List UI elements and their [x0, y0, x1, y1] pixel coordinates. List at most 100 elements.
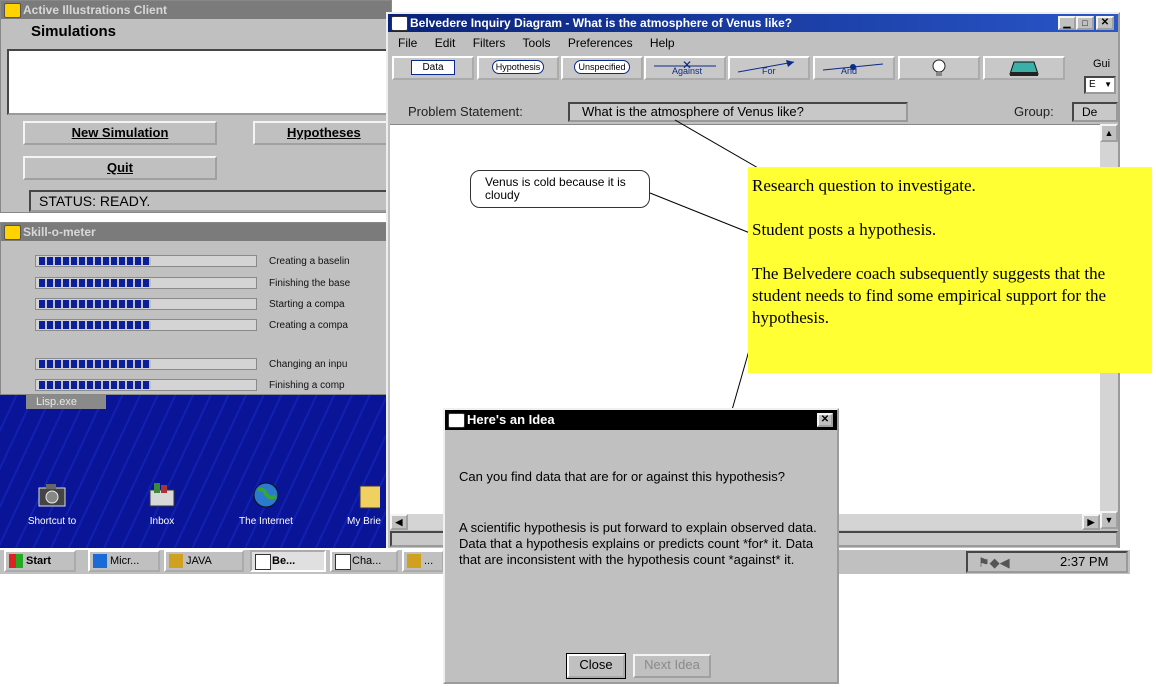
belvedere-titlebar[interactable]: Belvedere Inquiry Diagram - What is the … — [388, 14, 1118, 32]
idea-dialog-titlebar[interactable]: Here's an Idea ✕ — [445, 410, 837, 430]
clock: 2:37 PM — [1060, 554, 1109, 569]
guide-label: Gui — [1093, 58, 1111, 70]
window-title: Skill-o-meter — [23, 225, 96, 239]
desktop-icon-label: My Brie — [347, 516, 381, 527]
lightbulb-icon — [932, 59, 946, 76]
window-title: Belvedere Inquiry Diagram - What is the … — [410, 16, 793, 30]
skill-progress-bar — [39, 279, 151, 287]
menu-filters[interactable]: Filters — [473, 36, 506, 50]
skill-progress-bar — [39, 321, 151, 329]
annotation-research: Research question to investigate. — [752, 176, 976, 195]
against-label: Against — [672, 66, 703, 76]
for-link-button[interactable]: For — [728, 56, 810, 80]
for-label: For — [762, 66, 776, 76]
desktop-icon-shortcut[interactable]: Shortcut to — [22, 480, 82, 527]
idea-body: A scientific hypothesis is put forward t… — [459, 520, 817, 567]
chevron-down-icon: ▼ — [1104, 80, 1112, 89]
guide-select-value: E — [1089, 79, 1096, 90]
taskbar-item-chat[interactable]: Cha... — [330, 550, 398, 572]
app-icon — [407, 554, 421, 568]
menu-help[interactable]: Help — [650, 36, 675, 50]
and-label: And — [841, 66, 858, 76]
folder-icon — [348, 480, 385, 510]
close-button[interactable]: Close — [566, 653, 626, 679]
menu-edit[interactable]: Edit — [435, 36, 456, 50]
windows-logo-icon — [9, 554, 23, 568]
hypothesis-tool-button[interactable]: Hypothesis — [477, 56, 559, 80]
inbox-icon — [146, 480, 178, 510]
against-link-button[interactable]: ✕ Against — [644, 56, 726, 80]
skill-label: Creating a baselin — [269, 256, 350, 267]
menu-file[interactable]: File — [398, 36, 417, 50]
new-simulation-button[interactable]: New Simulation — [23, 121, 217, 145]
toolbox-button[interactable] — [983, 56, 1065, 80]
close-button[interactable]: ✕ — [1096, 16, 1114, 30]
desktop-icon-label: Shortcut to — [27, 516, 77, 527]
app-icon — [169, 554, 183, 568]
idea-lightbulb-button[interactable] — [898, 56, 980, 80]
taskbar-item-belvedere[interactable]: Be... — [250, 550, 326, 572]
maximize-button[interactable]: □ — [1076, 16, 1094, 30]
scroll-down-button[interactable]: ▼ — [1100, 511, 1118, 529]
toolbox-icon — [1009, 61, 1039, 76]
desktop-icon-label: The Internet — [239, 516, 293, 527]
desktop-icon-internet[interactable]: The Internet — [236, 480, 296, 527]
and-link-button[interactable]: And — [813, 56, 895, 80]
hypothesis-shape: Hypothesis — [491, 60, 545, 74]
problem-statement-label: Problem Statement: — [408, 104, 523, 119]
problem-statement-field[interactable]: What is the atmosphere of Venus like? — [568, 102, 908, 122]
idea-question: Can you find data that are for or agains… — [459, 469, 785, 484]
scroll-left-button[interactable]: ◀ — [390, 514, 408, 530]
menu-preferences[interactable]: Preferences — [568, 36, 633, 50]
skill-o-meter-titlebar[interactable]: Skill-o-meter — [1, 223, 391, 241]
hypothesis-node-text: Venus is cold because it is cloudy — [485, 175, 626, 202]
skill-progress-bar — [39, 381, 151, 389]
skill-label: Creating a compa — [269, 320, 348, 331]
annotation-coach: The Belvedere coach subsequently suggest… — [752, 264, 1107, 327]
annotation-hypothesis: Student posts a hypothesis. — [752, 220, 937, 239]
desktop-icon-label: Inbox — [149, 516, 175, 527]
system-tray: ⚑◆◀ 2:37 PM — [966, 551, 1128, 573]
skill-progress-bar — [39, 360, 151, 368]
quit-button[interactable]: Quit — [23, 156, 217, 180]
minimize-button[interactable]: ▁ — [1058, 16, 1076, 30]
taskbar-item-more[interactable]: ... — [402, 550, 444, 572]
simulations-list[interactable] — [7, 49, 397, 115]
active-illustrations-window: Active Illustrations Client Simulations … — [0, 0, 397, 213]
skill-label: Finishing a comp — [269, 380, 345, 391]
desktop-icon-briefcase[interactable]: My Brie — [340, 480, 388, 527]
scroll-right-button[interactable]: ▶ — [1082, 514, 1100, 530]
group-label: Group: — [1014, 104, 1054, 119]
window-controls: ▁ □ ✕ — [1058, 16, 1116, 30]
idea-dialog: Here's an Idea ✕ Can you find data that … — [443, 408, 839, 684]
skill-progress-bar — [39, 257, 151, 265]
belvedere-app-icon — [391, 16, 408, 31]
taskbar-item-java[interactable]: JAVA — [164, 550, 244, 572]
app-icon — [335, 554, 351, 570]
menu-tools[interactable]: Tools — [523, 36, 551, 50]
data-tool-button[interactable]: Data — [392, 56, 474, 80]
skill-o-meter-window: Skill-o-meter Creating a baselin Finishi… — [0, 222, 392, 395]
app-icon — [4, 225, 21, 240]
app-icon — [4, 3, 21, 18]
scroll-up-button[interactable]: ▲ — [1100, 124, 1118, 142]
hypotheses-button[interactable]: Hypotheses — [253, 121, 393, 145]
next-idea-button[interactable]: Next Idea — [633, 654, 711, 678]
belvedere-app-icon — [448, 413, 465, 428]
desktop-icon-inbox[interactable]: Inbox — [132, 480, 192, 527]
status-bar: STATUS: READY. — [29, 190, 393, 212]
hypothesis-node[interactable]: Venus is cold because it is cloudy — [470, 170, 650, 208]
ai-client-titlebar[interactable]: Active Illustrations Client — [1, 1, 391, 19]
globe-icon — [250, 480, 282, 510]
start-button[interactable]: Start — [4, 550, 76, 572]
window-title: Active Illustrations Client — [23, 3, 168, 17]
skill-progress-bar — [39, 300, 151, 308]
unspecified-shape: Unspecified — [574, 60, 630, 74]
lisp-window-title[interactable]: Lisp.exe — [26, 395, 106, 409]
unspecified-tool-button[interactable]: Unspecified — [561, 56, 643, 80]
taskbar-item-micr[interactable]: Micr... — [88, 550, 160, 572]
skill-label: Starting a compa — [269, 299, 345, 310]
group-field[interactable]: De — [1072, 102, 1118, 122]
guide-select[interactable]: E ▼ — [1084, 76, 1116, 94]
close-icon[interactable]: ✕ — [817, 413, 833, 427]
